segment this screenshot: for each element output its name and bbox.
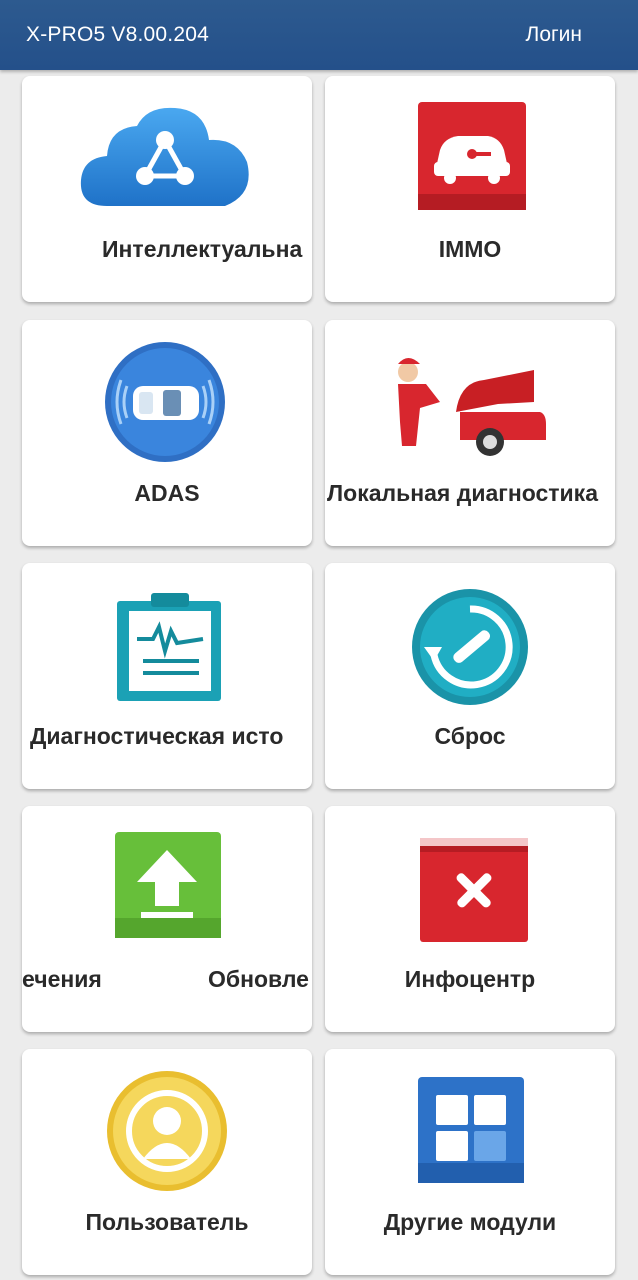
tile-user[interactable]: Пользователь (22, 1049, 312, 1275)
clipboard-waveform-icon (117, 593, 221, 701)
tile-reset[interactable]: Сброс (325, 563, 615, 789)
grid-modules-icon (418, 1077, 524, 1183)
tile-label: Диагностическая исто (30, 723, 284, 749)
tile-local-diagnostics[interactable]: Локальная диагностика (325, 320, 615, 546)
upload-arrow-icon (115, 832, 221, 938)
tile-label: Пользователь (85, 1209, 249, 1235)
car-key-icon (418, 102, 526, 210)
tile-label: Локальная диагностика (327, 480, 598, 506)
tile-intelligent[interactable]: Интеллектуальна (22, 76, 312, 302)
cloud-share-icon (80, 107, 249, 206)
app-title: X-PRO5 V8.00.204 (26, 23, 209, 46)
tile-other-modules[interactable]: Другие модули (325, 1049, 615, 1275)
tile-label: Другие модули (383, 1209, 557, 1235)
toolbook-icon (420, 838, 528, 942)
tile-label-part: Обновле (208, 966, 309, 992)
tile-infocenter[interactable]: Инфоцентр (325, 806, 615, 1032)
tile-label: Инфоцентр (404, 966, 536, 992)
tile-label: Интеллектуальна (102, 236, 303, 262)
tile-label: ADAS (134, 480, 200, 506)
login-button[interactable]: Логин (526, 23, 582, 47)
app-header: X-PRO5 V8.00.204 Логин (0, 0, 638, 70)
tile-label-part: ечения (22, 966, 102, 992)
tile-diagnostic-history[interactable]: Диагностическая исто (22, 563, 312, 789)
reset-wrench-icon (412, 589, 528, 705)
tile-adas[interactable]: ADAS (22, 320, 312, 546)
tile-immo[interactable]: IMMO (325, 76, 615, 302)
tile-label: Сброс (434, 723, 506, 749)
user-avatar-icon (107, 1071, 227, 1191)
mechanic-car-icon (398, 358, 546, 456)
tile-label: IMMO (438, 236, 502, 262)
car-sensor-icon (105, 342, 225, 462)
tile-update-software[interactable]: ечения Обновле (22, 806, 312, 1032)
